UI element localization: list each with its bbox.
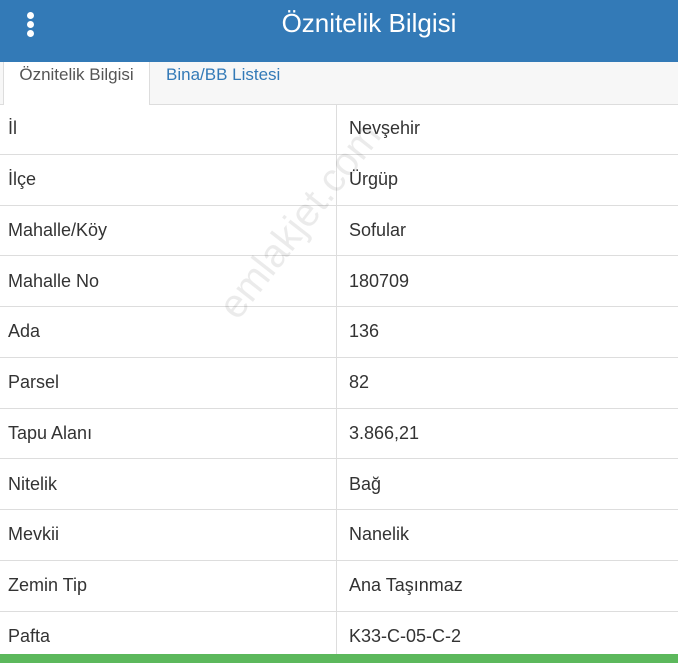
table-row: Mahalle No 180709 (0, 256, 678, 307)
table-row: Nitelik Bağ (0, 459, 678, 510)
attribute-label: Tapu Alanı (8, 422, 93, 443)
column-divider (336, 307, 337, 357)
column-divider (336, 256, 337, 306)
attribute-value: Ürgüp (349, 169, 399, 190)
tab-building-list[interactable]: Bina/BB Listesi (166, 62, 280, 104)
column-divider (336, 510, 337, 560)
attribute-value: 82 (349, 372, 370, 393)
attribute-label: İl (8, 118, 17, 139)
table-row: Parsel 82 (0, 357, 678, 409)
attribute-label: Mahalle No (8, 270, 100, 291)
attribute-table: İl Nevşehir İlçe Ürgüp Mahalle/Köy Soful… (0, 104, 678, 663)
table-row: Tapu Alanı 3.866,21 (0, 408, 678, 460)
attribute-label: Ada (8, 321, 41, 342)
attribute-label: İlçe (8, 169, 37, 190)
table-row: Mevkii Nanelik (0, 510, 678, 561)
tab-attribute-info[interactable]: Öznitelik Bilgisi (3, 62, 150, 105)
column-divider (336, 205, 337, 256)
table-row: İl Nevşehir (0, 104, 678, 155)
attribute-value: Nanelik (349, 524, 410, 545)
attribute-value: Sofular (349, 219, 407, 240)
column-divider (336, 408, 337, 459)
attribute-label: Mahalle/Köy (8, 219, 108, 240)
attribute-value: 180709 (349, 270, 410, 291)
table-row: İlçe Ürgüp (0, 154, 678, 206)
column-divider (336, 154, 337, 205)
tab-bar: Öznitelik Bilgisi Bina/BB Listesi (0, 62, 678, 105)
attribute-label: Nitelik (8, 473, 58, 494)
column-divider (336, 104, 337, 154)
attribute-value: 136 (349, 321, 380, 342)
column-divider (336, 357, 337, 408)
table-row: Ada 136 (0, 307, 678, 358)
attribute-value: Bağ (349, 473, 382, 494)
column-divider (336, 560, 337, 611)
attribute-label: Parsel (8, 372, 60, 393)
table-row: Mahalle/Köy Sofular (0, 205, 678, 257)
attribute-value: Ana Taşınmaz (349, 575, 463, 596)
table-row: Zemin Tip Ana Taşınmaz (0, 560, 678, 612)
attribute-value: 3.866,21 (349, 422, 420, 443)
column-divider (336, 459, 337, 509)
app-header: Öznitelik Bilgisi (0, 0, 678, 62)
footer-accent-bar (0, 654, 678, 663)
attribute-label: Zemin Tip (8, 575, 88, 596)
attribute-value: Nevşehir (349, 118, 421, 139)
attribute-label: Mevkii (8, 524, 60, 545)
page-title: Öznitelik Bilgisi (281, 8, 457, 38)
